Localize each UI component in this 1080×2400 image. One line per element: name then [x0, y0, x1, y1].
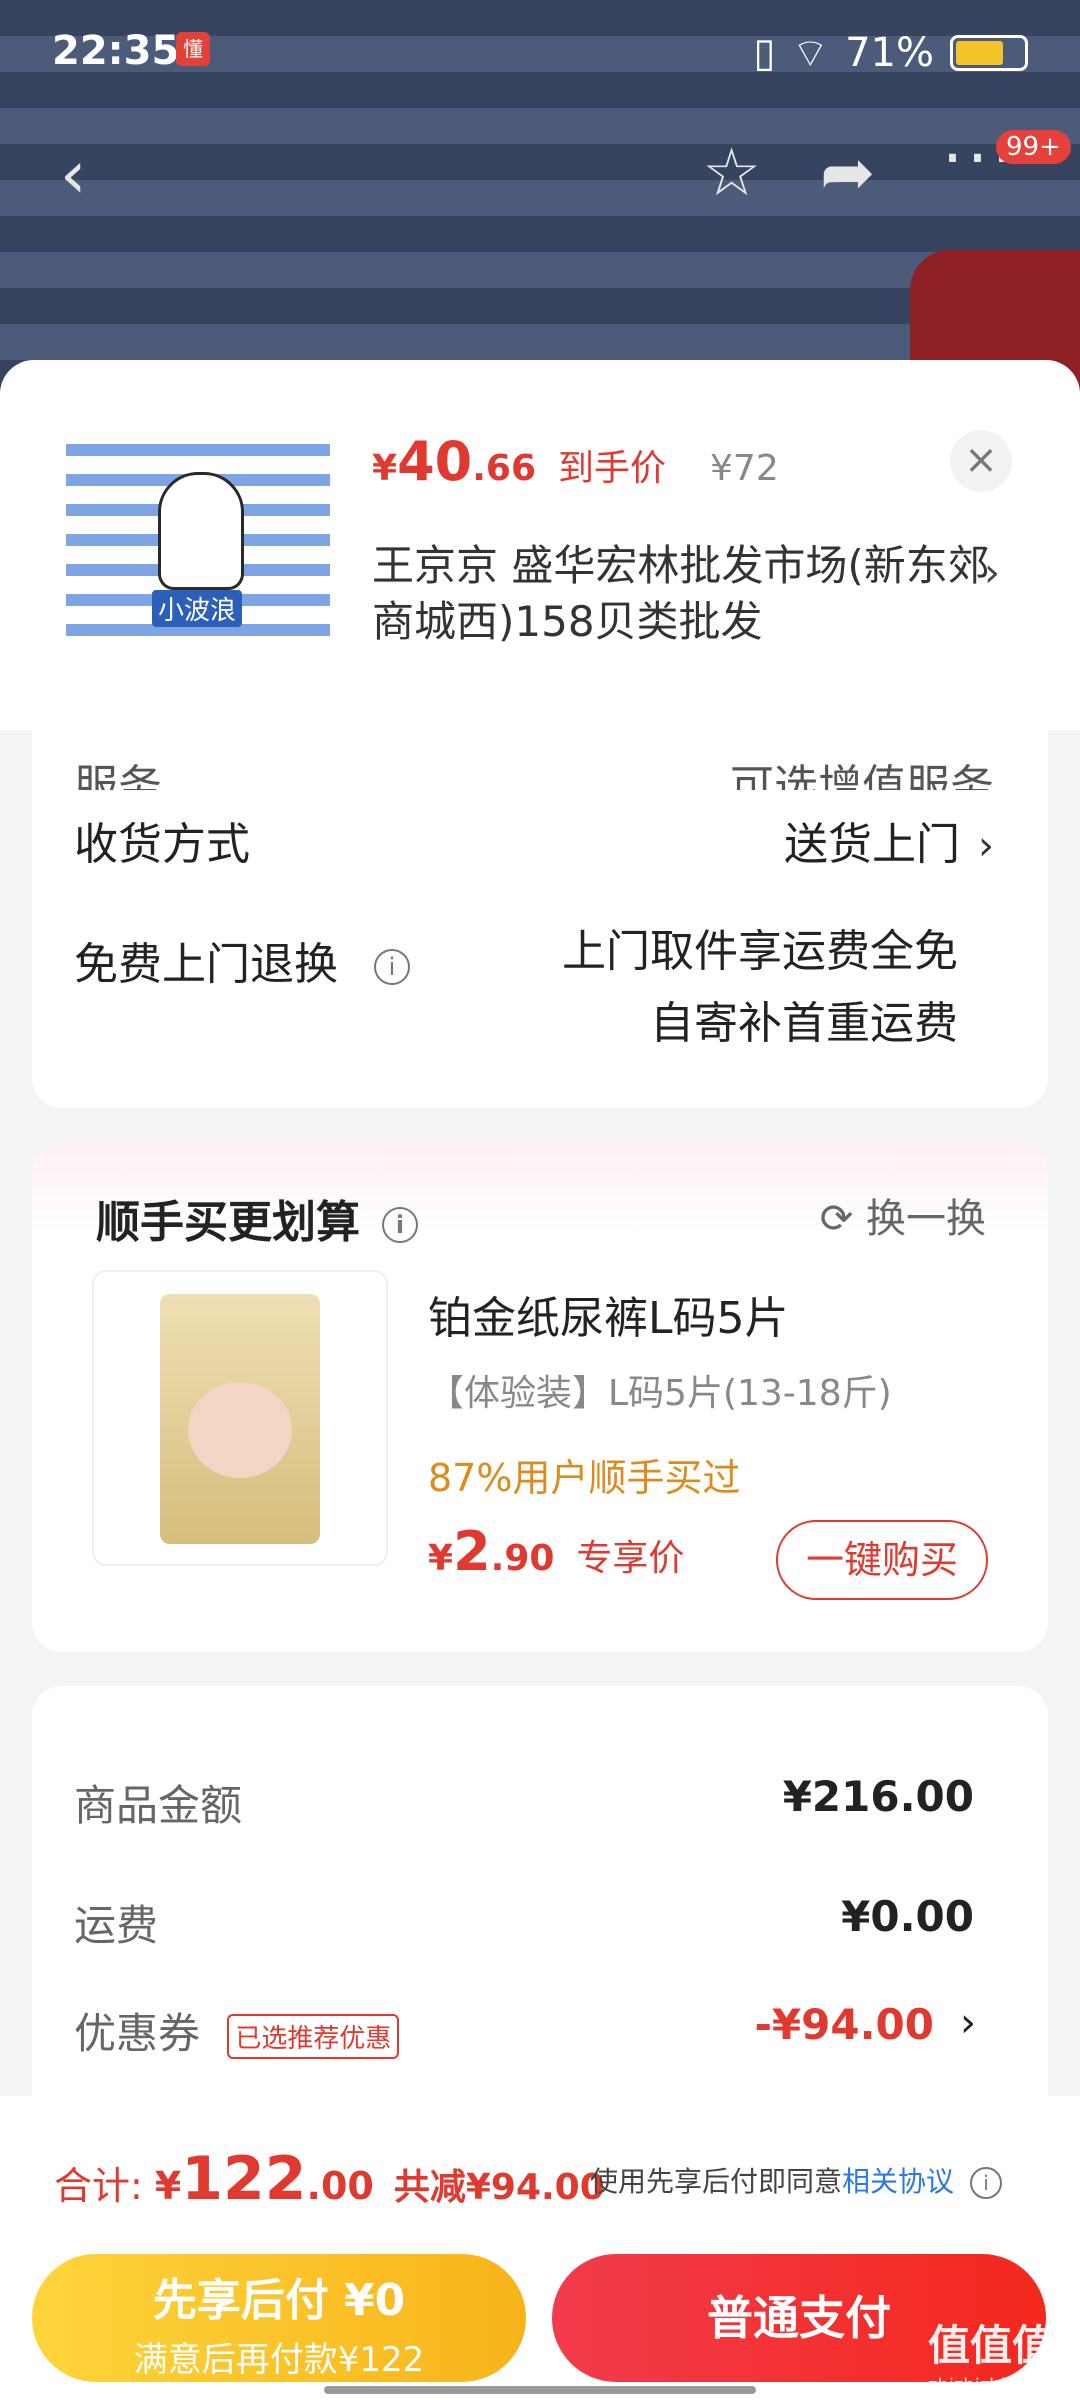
- one-click-buy-button[interactable]: 一键购买: [776, 1520, 988, 1600]
- goods-amount-row: 商品金额 ¥216.00: [74, 1772, 974, 1830]
- info-icon[interactable]: i: [382, 1207, 418, 1243]
- price-integer: 40: [397, 430, 473, 493]
- coupon-value: -¥94.00: [754, 2000, 934, 2049]
- goods-amount-value: ¥216.00: [782, 1772, 974, 1821]
- agreement-link[interactable]: 相关协议: [842, 2165, 954, 2198]
- chevron-right-icon: ›: [960, 2000, 976, 2046]
- return-value-2: 自寄补首重运费: [650, 998, 958, 1049]
- price-decimal: .66: [472, 448, 536, 489]
- checkout-sheet: 小波浪 ¥ 40 .66 到手价 ¥72 × 王京京 盛华宏林批发市场(新东郊商…: [0, 360, 1080, 2400]
- info-icon[interactable]: i: [374, 949, 410, 985]
- mascot-image: [158, 472, 244, 590]
- shipping-value: ¥0.00: [841, 1892, 974, 1941]
- delivery-row[interactable]: 收货方式 送货上门 ›: [74, 808, 994, 872]
- product-thumbnail: 小波浪: [66, 426, 330, 648]
- status-bar: 22:35 懂 ▯ ⌔ 71%: [0, 0, 1080, 100]
- upsell-price: ¥ 2 .90 专享价: [428, 1520, 685, 1583]
- battery-percent: 71%: [845, 30, 934, 76]
- free-return-label: 免费上门退换: [74, 939, 338, 990]
- thumbnail-label: 小波浪: [152, 590, 243, 627]
- upsell-product-spec: 【体验装】L码5片(13-18斤): [428, 1373, 892, 1414]
- top-nav: ‹ ☆ ➦ ··· 99+: [0, 120, 1080, 220]
- delivery-label: 收货方式: [74, 819, 250, 870]
- service-label: 服务: [74, 761, 162, 790]
- coupon-badge: 已选推荐优惠: [227, 2014, 400, 2059]
- pay-later-button[interactable]: 先享后付 ¥0 满意后再付款¥122: [32, 2254, 526, 2382]
- total-saved: 共减¥94.00: [393, 2167, 605, 2208]
- original-price: ¥72: [710, 448, 779, 489]
- message-badge: 99+: [996, 130, 1071, 164]
- info-icon[interactable]: i: [970, 2167, 1003, 2199]
- wifi-icon: ⌔: [791, 31, 830, 77]
- service-value: 可选增值服务: [730, 761, 994, 790]
- sim-icon: ▯: [753, 30, 776, 76]
- upsell-percent: 87%用户顺手买过: [428, 1456, 741, 1500]
- price-currency: ¥: [372, 448, 398, 489]
- watermark: 值值值 zhizhizhi.com: [928, 2321, 1055, 2396]
- free-return-row: 免费上门退换 i 上门取件享运费全免 自寄补首重运费: [74, 926, 994, 1049]
- battery-icon: [950, 35, 1028, 71]
- close-button[interactable]: ×: [950, 430, 1012, 492]
- star-icon[interactable]: ☆: [702, 134, 761, 211]
- delivery-value: 送货上门: [784, 819, 960, 870]
- baby-image: [188, 1382, 292, 1478]
- service-row[interactable]: 服务 可选增值服务: [74, 750, 994, 790]
- product-header: 小波浪 ¥ 40 .66 到手价 ¥72 × 王京京 盛华宏林批发市场(新东郊商…: [0, 360, 1080, 730]
- checkout-footer: 合计: ¥ 122 .00 共减¥94.00 使用先享后付即同意相关协议 i 先享…: [0, 2096, 1080, 2400]
- back-icon[interactable]: ‹: [60, 136, 86, 213]
- refresh-icon: ⟳: [819, 1196, 854, 1242]
- agreement-text: 使用先享后付即同意相关协议 i: [590, 2160, 1003, 2200]
- chevron-right-icon[interactable]: ›: [984, 550, 1000, 596]
- return-value-1: 上门取件享运费全免: [562, 926, 958, 977]
- upsell-product-image[interactable]: [92, 1270, 388, 1566]
- price-line: ¥ 40 .66 到手价 ¥72: [372, 430, 779, 493]
- status-time: 22:35: [52, 28, 180, 74]
- share-icon[interactable]: ➦: [820, 134, 875, 211]
- upsell-title: 顺手买更划算 i: [96, 1186, 418, 1250]
- swap-button[interactable]: ⟳ 换一换: [820, 1186, 986, 1244]
- upsell-product-name[interactable]: 铂金纸尿裤L码5片: [428, 1282, 789, 1346]
- price-tag: 到手价: [558, 448, 667, 489]
- home-indicator[interactable]: [324, 2386, 756, 2394]
- coupon-row[interactable]: 优惠券 已选推荐优惠 -¥94.00 ›: [74, 2000, 976, 2061]
- store-name[interactable]: 王京京 盛华宏林批发市场(新东郊商城西)158贝类批发: [372, 538, 992, 650]
- upsell-card: 顺手买更划算 i ⟳ 换一换 铂金纸尿裤L码5片 【体验装】L码5片(13-18斤…: [32, 1142, 1048, 1652]
- chevron-right-icon: ›: [978, 823, 994, 869]
- shipping-row: 运费 ¥0.00: [74, 1892, 974, 1950]
- total-amount: 合计: ¥ 122 .00 共减¥94.00: [54, 2144, 605, 2214]
- app-notification-icon: 懂: [176, 32, 210, 66]
